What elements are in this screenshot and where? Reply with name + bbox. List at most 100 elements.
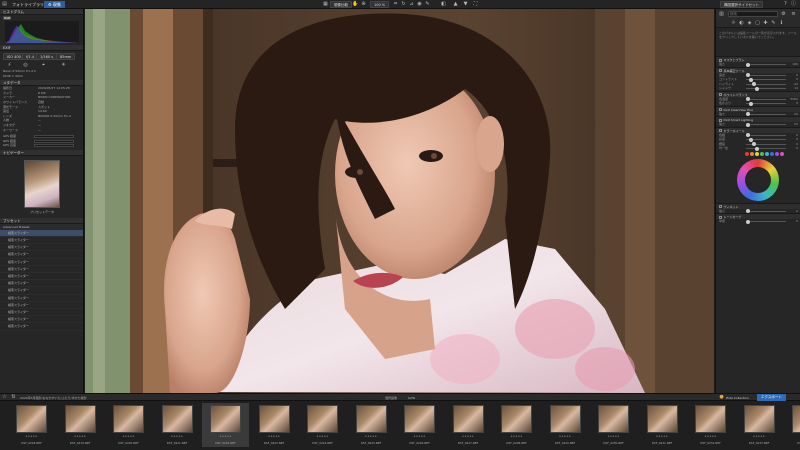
exif-header[interactable]: EXIF bbox=[0, 45, 83, 51]
straighten-icon[interactable]: ⊿ bbox=[408, 1, 415, 8]
thumbnail-rating[interactable]: ★★★★★ bbox=[57, 435, 104, 438]
slider-track[interactable] bbox=[746, 148, 786, 149]
filmstrip-thumbnail[interactable]: ★★★★★ DSF_0227.NEF bbox=[445, 403, 492, 447]
thumbnail-rating[interactable]: ★★★★★ bbox=[687, 435, 734, 438]
local-tool-icon[interactable]: ✚ bbox=[762, 20, 769, 27]
compare-split-icon[interactable]: ◧ bbox=[440, 1, 447, 8]
filmstrip-thumbnail[interactable]: ★★★★★ DSF_0234.NEF bbox=[784, 403, 800, 447]
color-swatch[interactable] bbox=[754, 151, 759, 156]
thumbnail-rating[interactable]: ★★★★★ bbox=[154, 435, 201, 438]
help-icon[interactable]: ? bbox=[782, 1, 789, 8]
color-swatch[interactable] bbox=[779, 151, 784, 156]
preset-item[interactable]: 検索スライダー bbox=[0, 287, 83, 295]
tab-photo-library[interactable]: フォトライブラリ bbox=[8, 1, 48, 8]
export-button[interactable]: エクスポート bbox=[757, 394, 786, 401]
slider-track[interactable] bbox=[746, 98, 786, 100]
thumbnail-rating[interactable]: ★★★★★ bbox=[105, 435, 152, 438]
slider-track[interactable] bbox=[746, 221, 786, 222]
sort-icon[interactable]: ⇅ bbox=[10, 394, 17, 401]
preset-item[interactable]: 検索スライダー bbox=[0, 251, 83, 259]
main-photo-viewer[interactable] bbox=[85, 9, 714, 393]
search-box[interactable]: 検索 bbox=[728, 11, 778, 17]
gps-input[interactable] bbox=[34, 144, 74, 148]
slider-knob[interactable] bbox=[746, 219, 750, 224]
preset-item[interactable]: 検索スライダー bbox=[0, 309, 83, 317]
filmstrip-thumbnail[interactable]: ★★★★★ DSF_0226.NEF bbox=[396, 403, 443, 447]
slider-track[interactable] bbox=[746, 88, 786, 89]
histogram-mode[interactable]: RGB bbox=[3, 16, 12, 20]
filmstrip-thumbnail[interactable]: ★★★★★ DSF_0231.NEF bbox=[639, 403, 686, 447]
layout-preset-button[interactable]: 構図選択サイドセット bbox=[720, 1, 763, 8]
slider-track[interactable] bbox=[746, 134, 786, 136]
preset-item[interactable]: 検索スライダー bbox=[0, 229, 83, 238]
geometry-tool-icon[interactable]: ▢ bbox=[754, 20, 761, 27]
watermark-tool-icon[interactable]: ℹ bbox=[778, 20, 785, 27]
color-swatch[interactable] bbox=[769, 151, 774, 156]
thumbnail-rating[interactable]: ★★★★★ bbox=[396, 435, 443, 438]
filmstrip-thumbnail[interactable]: ★★★★★ DSF_0224.NEF bbox=[299, 403, 346, 447]
color-swatch[interactable] bbox=[759, 151, 764, 156]
detail-tool-icon[interactable]: ◈ bbox=[746, 20, 753, 27]
panel-settings-icon[interactable]: ⚙ bbox=[780, 11, 787, 18]
navigator-preview[interactable] bbox=[24, 159, 60, 208]
fullscreen-icon[interactable]: ⛶ bbox=[472, 1, 479, 8]
filmstrip-thumbnail[interactable]: ★★★★★ DSF_0232.NEF bbox=[687, 403, 734, 447]
thumbnail-rating[interactable]: ★★★★★ bbox=[590, 435, 637, 438]
redeye-icon[interactable]: ◉ bbox=[416, 1, 423, 8]
filmstrip-thumbnail[interactable]: ★★★★★ DSF_0225.NEF bbox=[348, 403, 395, 447]
slider-track[interactable] bbox=[746, 210, 786, 212]
panel-menu-icon[interactable]: ≡ bbox=[790, 11, 797, 18]
zoom-icon[interactable]: ⊕ bbox=[360, 1, 367, 8]
light-tool-icon[interactable]: ☼ bbox=[730, 20, 737, 27]
tab-develop[interactable]: ⚙ 現像 bbox=[44, 1, 65, 8]
shadow-warning-icon[interactable]: ▼ bbox=[462, 1, 469, 8]
filmstrip-thumbnail[interactable]: ★★★★★ DSF_0230.NEF bbox=[590, 403, 637, 447]
preset-item[interactable]: 検索スライダー bbox=[0, 237, 83, 245]
filmstrip-thumbnail[interactable]: ★★★★★ DSF_0228.NEF bbox=[493, 403, 540, 447]
color-wheel[interactable] bbox=[716, 157, 800, 203]
thumbnail-rating[interactable]: ★★★★★ bbox=[639, 435, 686, 438]
preset-item[interactable]: 検索スライダー bbox=[0, 302, 83, 309]
preset-item[interactable]: 検索スライダー bbox=[0, 316, 83, 324]
library-icon[interactable]: ▤ bbox=[1, 1, 8, 8]
filmstrip-thumbnail[interactable]: ★★★★★ DSF_0221.NEF bbox=[154, 403, 201, 447]
filmstrip-thumbnail[interactable]: ★★★★★ DSF_0219.NEF bbox=[57, 403, 104, 447]
preset-item[interactable]: 検索スライダー bbox=[0, 295, 83, 302]
slider-value[interactable]: 0 bbox=[796, 219, 798, 224]
preset-item[interactable]: 検索スライダー bbox=[0, 280, 83, 288]
filmstrip-thumbnail[interactable]: ★★★★★ DSF_0233.NEF bbox=[736, 403, 783, 447]
filmstrip-thumbnail[interactable]: ★★★★★ DSF_0218.NEF bbox=[8, 403, 55, 447]
slider-value[interactable]: 0 bbox=[796, 146, 798, 151]
preset-item[interactable]: 検索スライダー bbox=[0, 259, 83, 266]
rotate-icon[interactable]: ↻ bbox=[400, 1, 407, 8]
slider-track[interactable] bbox=[746, 74, 786, 76]
preset-item[interactable]: 検索スライダー bbox=[0, 273, 83, 281]
thumbnail-rating[interactable]: ★★★★★ bbox=[8, 435, 55, 438]
gps-input[interactable] bbox=[34, 139, 74, 143]
palette-icon[interactable]: ▥ bbox=[718, 11, 725, 18]
slider-track[interactable] bbox=[746, 124, 786, 125]
color-tool-icon[interactable]: ◐ bbox=[738, 20, 745, 27]
color-wheel-ring[interactable] bbox=[737, 158, 779, 201]
compare-button[interactable]: 現像比較 bbox=[330, 1, 352, 8]
zoom-select[interactable]: 100 % bbox=[370, 1, 390, 8]
rating-filter-icon[interactable]: ☆ bbox=[1, 394, 8, 401]
thumbnail-rating[interactable]: ★★★★★ bbox=[542, 435, 589, 438]
highlight-warning-icon[interactable]: ▲ bbox=[452, 1, 459, 8]
thumbnail-rating[interactable]: ★★★★★ bbox=[445, 435, 492, 438]
slider-knob[interactable] bbox=[755, 146, 759, 151]
info-icon[interactable]: ⓘ bbox=[790, 1, 797, 8]
filmstrip-thumbnail[interactable]: ★★★★★ DSF_0223.NEF bbox=[251, 403, 298, 447]
brush-tool-icon[interactable]: ✎ bbox=[770, 20, 777, 27]
color-swatch[interactable] bbox=[764, 151, 769, 156]
repair-icon[interactable]: ✎ bbox=[424, 1, 431, 8]
preset-item[interactable]: 検索スライダー bbox=[0, 244, 83, 252]
thumbnail-rating[interactable]: ★★★★★ bbox=[784, 435, 800, 438]
slider-track[interactable] bbox=[746, 113, 786, 115]
thumbnail-rating[interactable]: ★★★★★ bbox=[202, 435, 249, 438]
grid-icon[interactable]: ▦ bbox=[322, 1, 329, 8]
filmstrip-thumbnail[interactable]: ★★★★★ DSF_0220.NEF bbox=[105, 403, 152, 447]
thumbnail-rating[interactable]: ★★★★★ bbox=[493, 435, 540, 438]
color-swatch[interactable] bbox=[749, 151, 754, 156]
thumbnail-rating[interactable]: ★★★★★ bbox=[299, 435, 346, 438]
